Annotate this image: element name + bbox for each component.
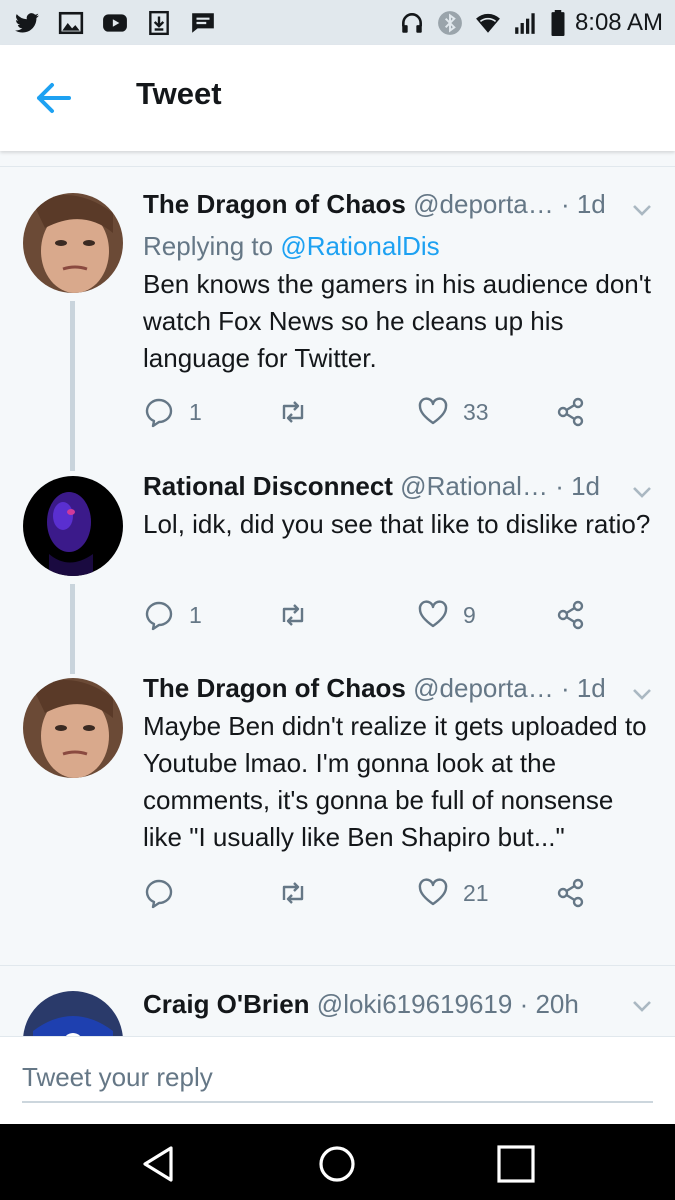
tweet-time: · 1d bbox=[560, 189, 606, 219]
display-name[interactable]: Rational Disconnect bbox=[143, 471, 393, 501]
avatar[interactable] bbox=[23, 193, 123, 293]
tweet-header: The Dragon of Chaos @deporta… · 1d bbox=[143, 673, 606, 704]
tweet-actions: 1 33 bbox=[143, 396, 623, 432]
message-icon bbox=[192, 12, 214, 33]
heart-icon bbox=[418, 600, 448, 628]
tweet-text: Maybe Ben didn't realize it gets uploade… bbox=[143, 711, 647, 852]
share-button[interactable] bbox=[555, 396, 587, 428]
chevron-down-icon[interactable] bbox=[630, 685, 654, 703]
share-icon bbox=[557, 878, 584, 908]
reply-input[interactable] bbox=[22, 1053, 653, 1103]
chevron-down-icon[interactable] bbox=[630, 483, 654, 501]
like-count: 9 bbox=[463, 601, 476, 628]
app-bar: Tweet bbox=[0, 45, 675, 151]
twitter-icon bbox=[15, 12, 39, 33]
clock: 8:08 AM bbox=[574, 8, 663, 36]
notification-icons bbox=[12, 10, 218, 36]
replying-to: Replying to @RationalDis bbox=[143, 231, 440, 262]
retweet-button[interactable] bbox=[277, 877, 323, 909]
tweet-2[interactable]: Rational Disconnect @Rational… · 1d Lol,… bbox=[0, 449, 675, 674]
chevron-down-icon[interactable] bbox=[630, 201, 654, 219]
gallery-icon bbox=[58, 11, 84, 34]
wifi-icon bbox=[476, 13, 500, 33]
recents-square-icon[interactable] bbox=[494, 1142, 538, 1186]
portrait-icon bbox=[23, 476, 123, 576]
user-handle[interactable]: @deporta… bbox=[413, 189, 554, 219]
tweet-header: Craig O'Brien @loki619619619 · 20h bbox=[143, 989, 579, 1020]
replying-to-link[interactable]: @RationalDis bbox=[280, 231, 439, 261]
tweet-4[interactable]: Craig O'Brien @loki619619619 · 20h bbox=[0, 967, 675, 1036]
tweet-actions: 21 bbox=[143, 877, 623, 913]
reply-icon bbox=[145, 879, 173, 909]
arrow-left-icon[interactable] bbox=[34, 81, 72, 115]
tweet-time: · 1d bbox=[560, 673, 606, 703]
reply-button[interactable]: 1 bbox=[143, 599, 202, 631]
like-count: 21 bbox=[463, 879, 489, 906]
back-triangle-icon[interactable] bbox=[137, 1142, 181, 1186]
battery-icon bbox=[551, 9, 565, 36]
avatar[interactable] bbox=[23, 678, 123, 778]
tweet-header: The Dragon of Chaos @deporta… · 1d bbox=[143, 189, 606, 220]
reply-icon bbox=[145, 601, 173, 631]
display-name[interactable]: The Dragon of Chaos bbox=[143, 189, 406, 219]
share-button[interactable] bbox=[555, 599, 587, 631]
tweet-time: · 20h bbox=[519, 989, 579, 1019]
reply-bar bbox=[0, 1036, 675, 1124]
youtube-icon bbox=[103, 13, 127, 32]
heart-icon bbox=[418, 878, 448, 906]
portrait-icon bbox=[23, 991, 123, 1036]
system-status: 8:08 AM bbox=[397, 9, 663, 37]
share-icon bbox=[557, 397, 584, 427]
chevron-down-icon[interactable] bbox=[630, 997, 654, 1015]
headphones-icon bbox=[401, 12, 422, 33]
reply-count: 1 bbox=[189, 398, 202, 425]
like-count: 33 bbox=[463, 398, 489, 425]
like-button[interactable]: 9 bbox=[417, 599, 476, 631]
avatar[interactable] bbox=[23, 476, 123, 576]
user-handle[interactable]: @loki619619619 bbox=[317, 989, 513, 1019]
retweet-icon bbox=[282, 604, 304, 626]
user-handle[interactable]: @deporta… bbox=[413, 673, 554, 703]
replying-to-prefix: Replying to bbox=[143, 231, 281, 261]
tweet-text: Ben knows the gamers in his audience don… bbox=[143, 269, 651, 373]
portrait-icon bbox=[23, 193, 123, 293]
share-icon bbox=[557, 600, 584, 630]
display-name[interactable]: The Dragon of Chaos bbox=[143, 673, 406, 703]
thread-line bbox=[70, 301, 75, 471]
reply-icon bbox=[145, 398, 173, 428]
tweet-actions: 1 9 bbox=[143, 599, 623, 635]
status-bar: 8:08 AM bbox=[0, 0, 675, 45]
tweet-time: · 1d bbox=[555, 471, 601, 501]
reply-button[interactable]: 1 bbox=[143, 396, 202, 428]
portrait-icon bbox=[23, 678, 123, 778]
retweet-icon bbox=[282, 882, 304, 904]
reply-count: 1 bbox=[189, 601, 202, 628]
bluetooth-icon bbox=[438, 10, 462, 35]
like-button[interactable]: 21 bbox=[417, 877, 489, 909]
retweet-button[interactable] bbox=[277, 396, 323, 428]
tweet-3[interactable]: The Dragon of Chaos @deporta… · 1d Maybe… bbox=[0, 651, 675, 963]
divider bbox=[0, 965, 675, 966]
page-title: Tweet bbox=[136, 76, 222, 111]
avatar[interactable] bbox=[23, 991, 123, 1036]
tweet-1[interactable]: The Dragon of Chaos @deporta… · 1d Reply… bbox=[0, 167, 675, 471]
home-circle-icon[interactable] bbox=[315, 1142, 359, 1186]
heart-icon bbox=[418, 397, 448, 425]
reply-button[interactable] bbox=[143, 877, 189, 909]
tweet-text: Lol, idk, did you see that like to disli… bbox=[143, 509, 651, 539]
retweet-button[interactable] bbox=[277, 599, 323, 631]
retweet-icon bbox=[282, 401, 304, 423]
signal-icon bbox=[515, 12, 535, 34]
tweet-thread: The Dragon of Chaos @deporta… · 1d Reply… bbox=[0, 166, 675, 1036]
download-icon bbox=[149, 10, 169, 35]
like-button[interactable]: 33 bbox=[417, 396, 489, 428]
user-handle[interactable]: @Rational… bbox=[400, 471, 548, 501]
share-button[interactable] bbox=[555, 877, 587, 909]
system-nav-bar bbox=[0, 1124, 675, 1200]
display-name[interactable]: Craig O'Brien bbox=[143, 989, 310, 1019]
tweet-header: Rational Disconnect @Rational… · 1d bbox=[143, 471, 600, 502]
